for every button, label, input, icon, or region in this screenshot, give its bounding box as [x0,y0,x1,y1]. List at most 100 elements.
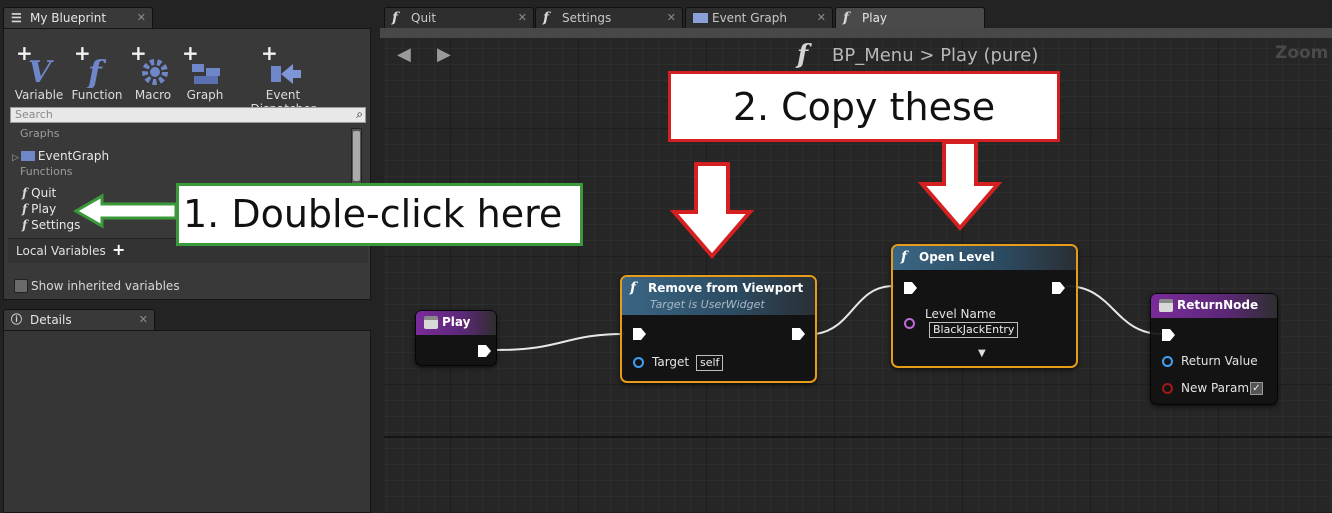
add-macro-icon [142,59,168,85]
add-variable-icon: V [28,55,54,88]
close-icon[interactable]: ✕ [139,310,148,330]
function-item-play[interactable]: f Play [22,202,56,216]
details-panel [3,330,371,513]
add-local-variable-icon[interactable]: + [112,240,125,259]
function-icon: f [843,10,850,26]
node-header: f Remove from Viewport Target is UserWid… [622,277,815,315]
exec-wire [495,333,625,351]
tab-label: Event Graph [712,11,787,25]
tree-item-label: EventGraph [37,149,110,163]
function-icon: f [543,10,550,26]
function-icon: f [392,10,399,26]
close-icon[interactable]: ✕ [817,8,826,28]
add-variable-button[interactable]: + V Variable [6,43,72,102]
toolbar-label: Function [71,88,123,102]
node-subtitle: Target is UserWidget [650,298,765,311]
search-placeholder: Search [15,108,53,121]
show-inherited-label: Show inherited variables [31,279,180,293]
search-icon[interactable]: ⌕ [356,107,363,121]
annotation-step-1: 1. Double-click here [176,183,583,246]
doc-tab-settings[interactable]: f Settings ✕ [535,7,683,28]
function-icon: f [22,186,28,200]
expand-icon[interactable]: ▼ [978,348,986,359]
node-header: f Open Level [893,246,1076,270]
close-icon[interactable]: ✕ [667,8,676,28]
add-graph-icon [192,64,220,84]
node-title: Open Level [919,250,995,264]
add-event-dispatcher-button[interactable]: + Event Dispatcher [237,43,329,116]
add-event-dispatcher-icon [271,64,301,84]
breadcrumb-separator: > [919,45,935,66]
tab-label: Play [862,11,888,25]
tab-details[interactable]: ⓘ Details ✕ [3,309,155,330]
doc-tab-play[interactable]: f Play [835,7,985,28]
doc-tab-quit[interactable]: f Quit ✕ [384,7,534,28]
node-return[interactable]: ReturnNode Return Value New Param ✓ [1150,293,1278,405]
target-pin[interactable] [633,357,644,368]
node-remove-from-viewport[interactable]: f Remove from Viewport Target is UserWid… [620,275,817,383]
tab-label: Details [30,313,72,327]
tab-label: Quit [411,11,437,25]
tab-label: My Blueprint [30,11,107,25]
functions-section-label: Functions [20,165,73,178]
toolbar-label: Graph [186,88,224,102]
target-value[interactable]: self [696,355,724,371]
node-title: ReturnNode [1177,298,1259,312]
node-title: Play [442,315,471,329]
node-header: Play [416,311,496,335]
node-play[interactable]: Play [415,310,497,366]
close-icon[interactable]: ✕ [518,8,527,28]
annotation-step-2: 2. Copy these [668,71,1060,142]
expand-arrow-icon[interactable]: ▷ [12,153,19,163]
forward-arrow-icon[interactable]: ▶ [437,44,451,65]
function-icon: f [22,202,28,216]
function-item-quit[interactable]: f Quit [22,186,56,200]
show-inherited-checkbox[interactable] [14,279,28,293]
level-name-pin[interactable] [904,318,915,329]
pin-label: Target [652,355,690,369]
doc-tab-event-graph[interactable]: Event Graph ✕ [685,7,833,28]
close-icon[interactable]: ✕ [137,8,146,28]
exec-wire [1065,285,1163,335]
pin-label: Return Value [1181,354,1258,368]
node-open-level[interactable]: f Open Level Level Name BlackJackEntry ▼ [891,244,1078,368]
node-header: ReturnNode [1151,294,1277,318]
add-function-icon: f [86,54,107,88]
exec-wire [815,285,895,335]
back-arrow-icon[interactable]: ◀ [397,44,411,65]
function-icon: f [630,280,637,296]
function-label: Quit [31,186,57,200]
level-name-value[interactable]: BlackJackEntry [929,322,1019,338]
graph-icon [20,151,35,161]
tree-item-eventgraph[interactable]: ▷ EventGraph [12,149,109,163]
pin-label: Level Name [925,307,996,321]
new-param-checkbox[interactable]: ✓ [1250,382,1263,395]
search-input[interactable]: Search ⌕ [10,107,366,123]
svg-text:f: f [86,54,107,88]
scrollbar-thumb[interactable] [353,131,360,181]
graphs-section-label: Graphs [20,127,60,140]
breadcrumb-root[interactable]: BP_Menu [832,45,914,66]
function-entry-icon [424,316,438,329]
tab-label: Settings [562,11,612,25]
function-icon: f [22,218,28,232]
svg-text:V: V [28,55,54,88]
function-icon: f [901,249,908,265]
zoom-label: Zoom [1275,43,1329,63]
tab-my-blueprint[interactable]: ☰ My Blueprint ✕ [3,7,153,28]
new-param-pin[interactable] [1162,383,1173,394]
red-down-arrow-1 [670,162,754,260]
breadcrumb: BP_Menu > Play (pure) [832,45,1038,66]
return-node-icon [1159,299,1173,312]
event-graph-icon [693,13,708,23]
local-variables-label: Local Variables [16,244,106,258]
green-left-arrow [72,193,178,229]
info-icon: ⓘ [11,313,22,326]
doc-tab-underline [380,28,1332,38]
node-title: Remove from Viewport [648,281,804,295]
breadcrumb-current: Play (pure) [940,45,1039,66]
return-value-pin[interactable] [1162,356,1173,367]
add-graph-button[interactable]: + Graph [172,43,238,102]
function-icon: f [797,40,809,70]
pin-label: New Param [1181,381,1250,395]
